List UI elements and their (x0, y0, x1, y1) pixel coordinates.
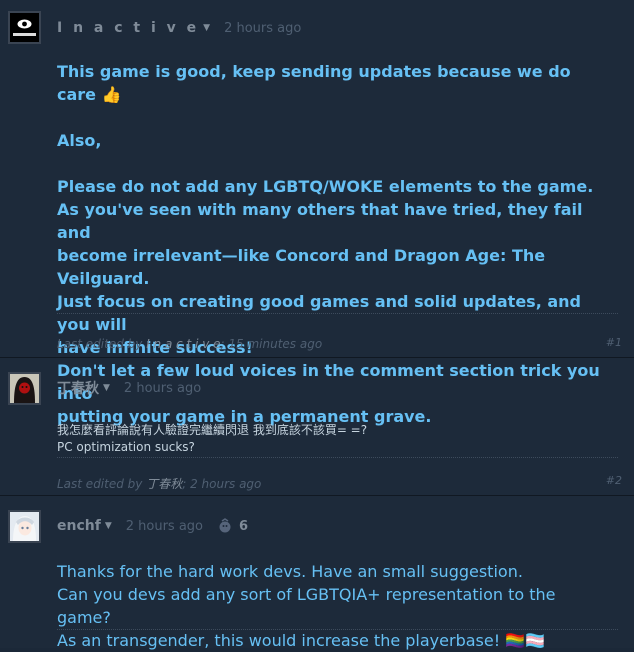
comment-line: Can you devs add any sort of LGBTQIA+ re… (57, 585, 556, 627)
comment-line: Thanks for the hard work devs. Have an s… (57, 562, 523, 581)
award-count: 6 (239, 518, 249, 534)
chevron-down-icon[interactable]: ▼ (103, 383, 110, 393)
divider (57, 313, 618, 314)
comment: enchf ▼ 2 hours ago 6 Thanks for the har… (0, 496, 634, 650)
award-icon (219, 518, 231, 533)
author-name[interactable]: 丁春秋 (57, 378, 99, 398)
anime-character-avatar-icon (10, 512, 39, 541)
comment-line: As you've seen with many others that hav… (57, 200, 583, 242)
comment-number[interactable]: #2 (606, 474, 622, 487)
comment-body: 我怎麼看評論說有人驗證完繼續閃退 我到底該不該買= =? PC optimiza… (57, 422, 614, 456)
award-badge[interactable]: 6 (217, 518, 248, 534)
comment-line: PC optimization sucks? (57, 440, 195, 454)
avatar[interactable] (8, 510, 41, 543)
edited-note: Last edited by 丁春秋; 2 hours ago (57, 477, 262, 491)
comment-line: 我怎麼看評論說有人驗證完繼續閃退 我到底該不該買= =? (57, 423, 368, 437)
author-name[interactable]: I n a c t i v e (57, 20, 199, 36)
little-nightmares-logo-icon (10, 13, 39, 42)
author-name[interactable]: enchf (57, 518, 101, 534)
comment-line: As an transgender, this would increase t… (57, 631, 546, 650)
comment-line: become irrelevant—like Concord and Drago… (57, 246, 546, 288)
comment: I n a c t i v e ▼ 2 hours ago This game … (0, 0, 634, 426)
chevron-down-icon[interactable]: ▼ (203, 23, 210, 33)
divider (57, 457, 618, 458)
timestamp: 2 hours ago (224, 20, 302, 36)
comment-header: I n a c t i v e ▼ 2 hours ago (57, 18, 301, 38)
divider (57, 629, 618, 630)
edited-note: Last edited by I n a c t i v e; 15 minut… (57, 337, 323, 351)
chevron-down-icon[interactable]: ▼ (105, 521, 112, 531)
comment-body: Thanks for the hard work devs. Have an s… (57, 560, 614, 652)
comment-header: enchf ▼ 2 hours ago 6 (57, 516, 248, 536)
comment: 丁春秋 ▼ 2 hours ago 我怎麼看評論說有人驗證完繼續閃退 我到底該不… (0, 358, 634, 496)
timestamp: 2 hours ago (123, 380, 202, 396)
avatar[interactable] (8, 11, 41, 44)
comment-line: Please do not add any LGBTQ/WOKE element… (57, 177, 594, 196)
comment-line: Also, (57, 131, 102, 150)
comment-line: This game is good, keep sending updates … (57, 62, 571, 104)
comment-number[interactable]: #1 (606, 336, 622, 349)
timestamp: 2 hours ago (125, 518, 204, 534)
hooded-figure-avatar-icon (10, 374, 39, 403)
avatar[interactable] (8, 372, 41, 405)
comment-header: 丁春秋 ▼ 2 hours ago (57, 378, 201, 398)
comment-thread: I n a c t i v e ▼ 2 hours ago This game … (0, 0, 634, 650)
